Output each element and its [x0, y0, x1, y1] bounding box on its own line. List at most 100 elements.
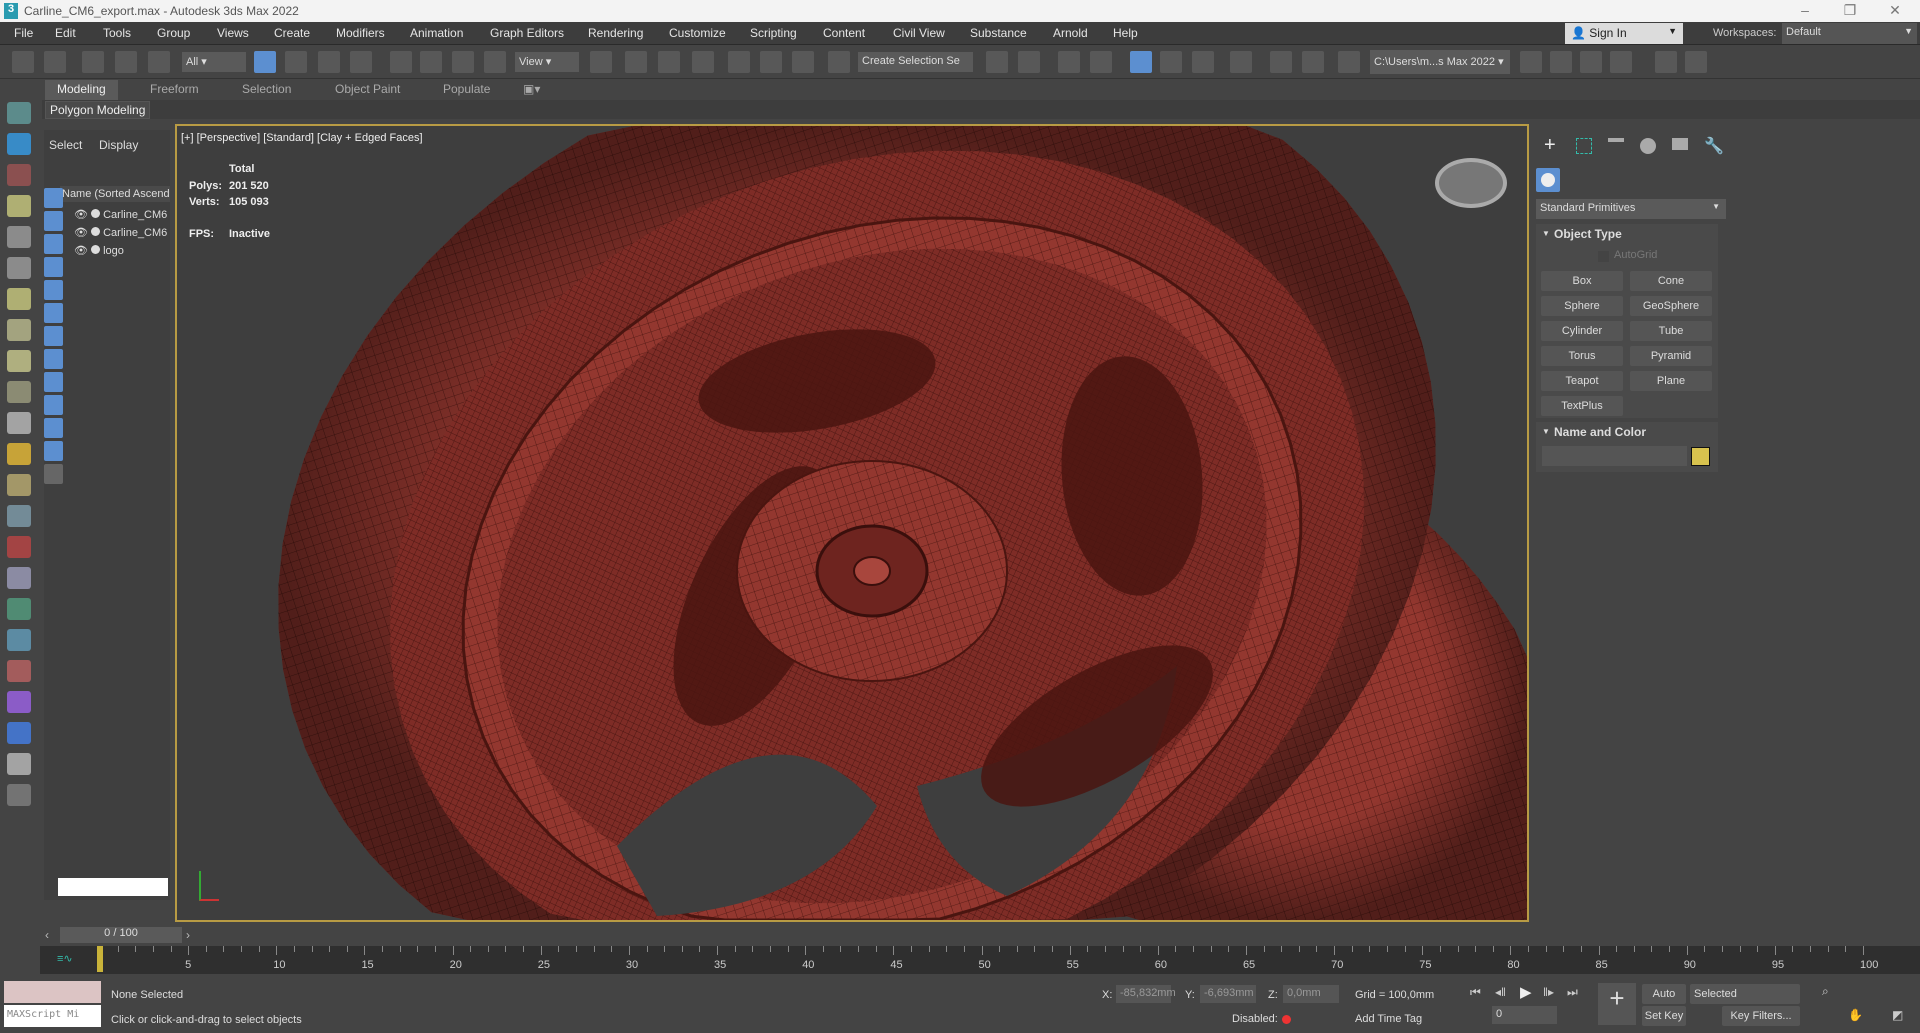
viewcube-icon[interactable]: [1435, 158, 1507, 208]
go-to-end-icon[interactable]: ⏭: [1567, 985, 1578, 1000]
set-key-big-button[interactable]: +: [1598, 983, 1636, 1025]
snaps-icon[interactable]: [692, 51, 714, 73]
menu-scripting[interactable]: Scripting: [750, 26, 797, 40]
rendered-frame-window-icon[interactable]: [1302, 51, 1324, 73]
explorer-row[interactable]: 👁 Carline_CM6: [74, 208, 170, 225]
visibility-eye-icon[interactable]: 👁: [74, 209, 88, 221]
visibility-eye-icon[interactable]: 👁: [74, 245, 88, 257]
hierarchy-icon[interactable]: [7, 567, 31, 589]
menu-arnold[interactable]: Arnold: [1053, 26, 1088, 40]
civil-tool-icon[interactable]: [1655, 51, 1677, 73]
maximize-viewport-icon[interactable]: ◩: [1892, 1008, 1903, 1022]
menu-create[interactable]: Create: [274, 26, 310, 40]
create-plane-button[interactable]: Plane: [1630, 371, 1712, 391]
z-coordinate-field[interactable]: 0,0mm: [1283, 985, 1339, 1003]
move-icon[interactable]: [390, 51, 412, 73]
autogrid-checkbox[interactable]: [1598, 251, 1609, 262]
prev-key-icon[interactable]: ◂‖: [1495, 985, 1506, 999]
explorer-row[interactable]: 👁 Carline_CM6: [74, 226, 170, 243]
next-frame-icon[interactable]: ›: [186, 928, 190, 942]
globe-icon[interactable]: [7, 629, 31, 651]
redo-icon[interactable]: [44, 51, 66, 73]
keyboard-shortcut-icon[interactable]: [658, 51, 680, 73]
collapse-icon[interactable]: ▼: [1542, 229, 1550, 238]
project-folder-select[interactable]: C:\Users\m...s Max 2022 ▾: [1370, 50, 1510, 74]
project-folder-icon[interactable]: [1550, 51, 1572, 73]
record-dot-icon[interactable]: [1282, 1015, 1291, 1024]
list-icon[interactable]: [7, 753, 31, 775]
tab-object-paint[interactable]: Object Paint: [335, 82, 400, 96]
prev-frame-icon[interactable]: ‹: [45, 928, 49, 942]
create-teapot-button[interactable]: Teapot: [1541, 371, 1623, 391]
filter-cameras-icon[interactable]: [44, 257, 63, 277]
render-production-icon[interactable]: [1338, 51, 1360, 73]
zoom-icon[interactable]: ⌕: [1822, 984, 1829, 999]
project-structure-icon[interactable]: [1610, 51, 1632, 73]
next-key-icon[interactable]: ‖▸: [1543, 985, 1554, 999]
rectangular-selection-icon[interactable]: [318, 51, 340, 73]
filter-containers-icon[interactable]: [44, 395, 63, 415]
paint-icon[interactable]: [7, 536, 31, 558]
filter-particles-icon[interactable]: [44, 418, 63, 438]
mirror-icon[interactable]: [986, 51, 1008, 73]
unlink-icon[interactable]: [115, 51, 137, 73]
current-frame-spinner[interactable]: 0: [1492, 1006, 1557, 1024]
key-mode-select[interactable]: Selected: [1690, 984, 1800, 1004]
rollout-title[interactable]: Name and Color: [1554, 425, 1646, 439]
create-cylinder-button[interactable]: Cylinder: [1541, 321, 1623, 341]
explorer-row[interactable]: 👁 logo: [74, 244, 170, 261]
rectangle-icon[interactable]: [7, 288, 31, 310]
selection-filter[interactable]: All ▾: [182, 52, 246, 72]
polygon-modeling-button[interactable]: Polygon Modeling: [45, 101, 151, 119]
create-torus-button[interactable]: Torus: [1541, 346, 1623, 366]
auto-key-button[interactable]: Auto Key: [1642, 984, 1686, 1020]
filter-frozen-icon[interactable]: [44, 441, 63, 461]
sign-in-button[interactable]: 👤 Sign In ▼: [1565, 23, 1683, 44]
curve-editor-icon[interactable]: [1160, 51, 1182, 73]
workspace-select[interactable]: Default ▼: [1782, 23, 1917, 44]
menu-content[interactable]: Content: [823, 26, 865, 40]
particle-icon[interactable]: [7, 505, 31, 527]
photo-icon[interactable]: [7, 691, 31, 713]
menu-modifiers[interactable]: Modifiers: [336, 26, 385, 40]
schematic-view-icon[interactable]: [1192, 51, 1214, 73]
play-icon[interactable]: ▶: [1520, 983, 1532, 1001]
layer-explorer-icon[interactable]: [1090, 51, 1112, 73]
create-textplus-button[interactable]: TextPlus: [1541, 396, 1623, 416]
menu-help[interactable]: Help: [1113, 26, 1138, 40]
select-by-name-icon[interactable]: [285, 51, 307, 73]
sky-icon[interactable]: [7, 474, 31, 496]
freeze-dot-icon[interactable]: [91, 227, 101, 236]
motion-tab-icon[interactable]: [1640, 138, 1656, 154]
angle-snap-icon[interactable]: [728, 51, 750, 73]
cone-icon[interactable]: [7, 412, 31, 434]
freeze-dot-icon[interactable]: [91, 245, 101, 254]
viewport-perspective[interactable]: [+] [Perspective] [Standard] [Clay + Edg…: [175, 124, 1529, 922]
select-manipulate-icon[interactable]: [625, 51, 647, 73]
pan-icon[interactable]: ✋: [1848, 1008, 1863, 1022]
go-to-start-icon[interactable]: ⏮: [1470, 985, 1481, 1000]
render-setup-icon[interactable]: [1270, 51, 1292, 73]
menu-tools[interactable]: Tools: [103, 26, 131, 40]
link-icon[interactable]: [82, 51, 104, 73]
menu-file[interactable]: File: [14, 26, 33, 40]
y-coordinate-field[interactable]: -6,693mm: [1200, 985, 1256, 1003]
ribbon-toggle-icon[interactable]: [1130, 51, 1152, 73]
display-tab-icon[interactable]: [1672, 138, 1688, 150]
collapse-icon[interactable]: ▼: [1542, 427, 1550, 436]
render-frame-icon[interactable]: [7, 164, 31, 186]
create-box-button[interactable]: Box: [1541, 271, 1623, 291]
edit-named-selections-icon[interactable]: [828, 51, 850, 73]
object-color-swatch[interactable]: [1691, 447, 1710, 466]
slate-material-icon[interactable]: [7, 133, 31, 155]
utilities-tab-icon[interactable]: 🔧: [1704, 136, 1724, 156]
ribbon-options-icon[interactable]: ▣▾: [523, 82, 540, 96]
create-tube-button[interactable]: Tube: [1630, 321, 1712, 341]
menu-animation[interactable]: Animation: [410, 26, 463, 40]
filter-geometry-icon[interactable]: [44, 188, 63, 208]
select-object-icon[interactable]: [254, 51, 276, 73]
hierarchy-tab-icon[interactable]: [1608, 138, 1624, 154]
rotate-icon[interactable]: [420, 51, 442, 73]
place-icon[interactable]: [484, 51, 506, 73]
curve-editor-icon[interactable]: ≡∿: [57, 952, 73, 965]
